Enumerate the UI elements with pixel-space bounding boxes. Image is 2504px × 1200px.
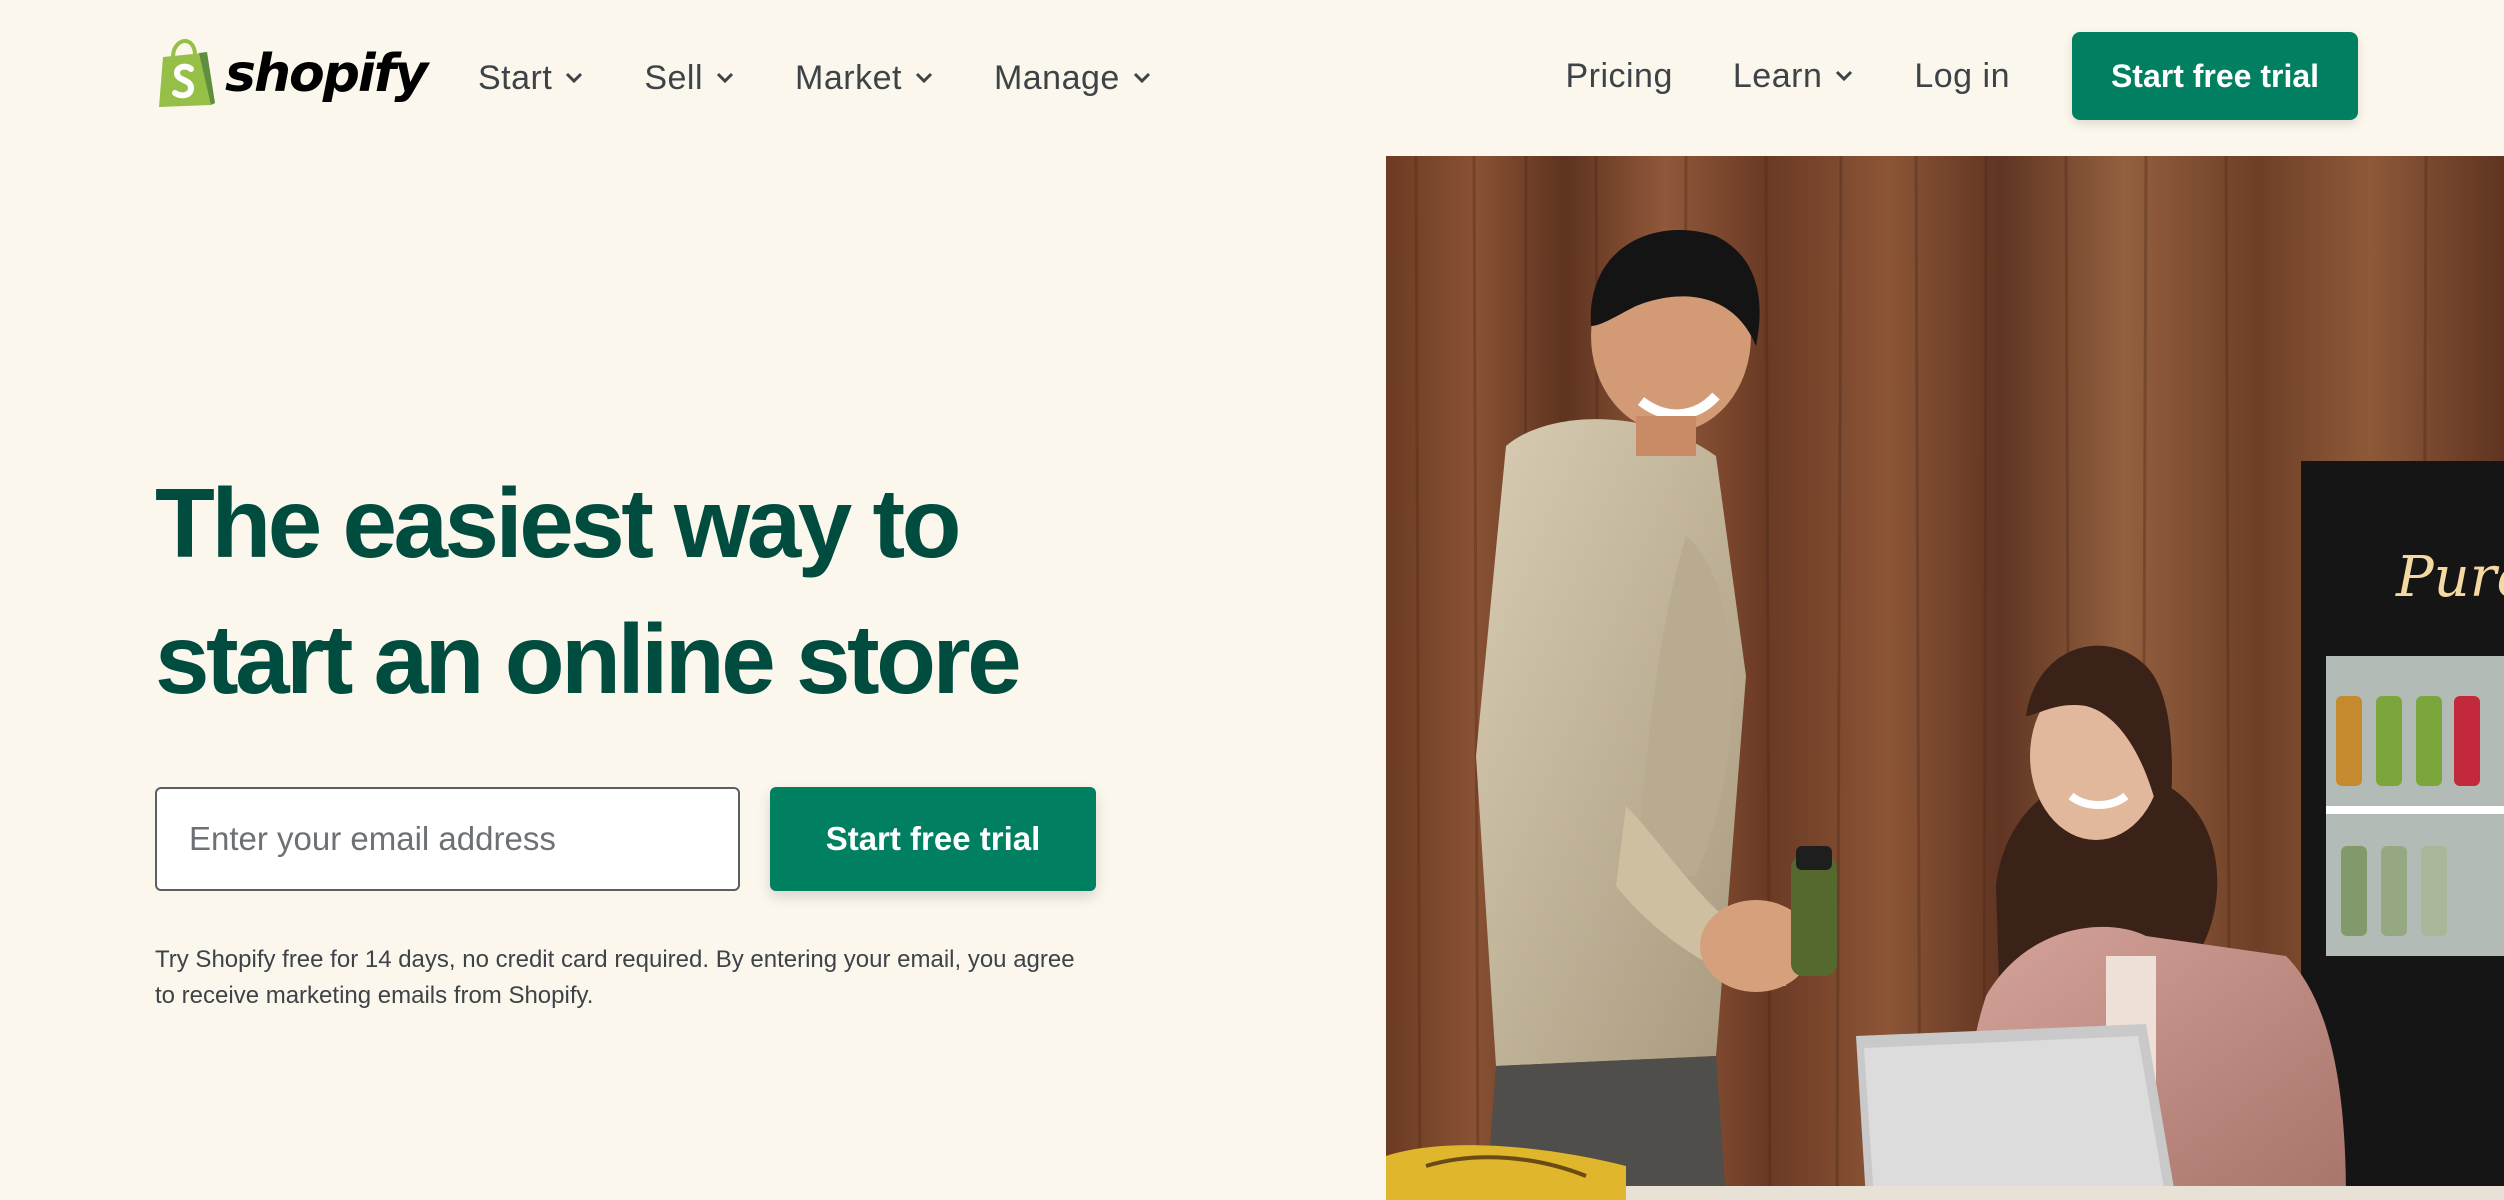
nav-start[interactable]: Start bbox=[478, 59, 584, 98]
nav-pricing[interactable]: Pricing bbox=[1565, 57, 1672, 96]
hero-start-trial-button[interactable]: Start free trial bbox=[770, 787, 1096, 891]
hero-photo-illustration: Pure bbox=[1386, 156, 2504, 1200]
chevron-down-icon bbox=[566, 72, 583, 84]
nav-sell-label: Sell bbox=[644, 58, 704, 97]
nav-sell[interactable]: Sell bbox=[644, 59, 735, 98]
secondary-nav: Pricing Learn Log in Start free trial bbox=[1565, 32, 2504, 120]
email-input[interactable] bbox=[155, 787, 740, 891]
site-header: shopify Start Sell Market Manage Pricing bbox=[0, 0, 2504, 156]
nav-learn[interactable]: Learn bbox=[1733, 57, 1854, 96]
hero-heading: The easiest way to start an online store bbox=[155, 455, 1305, 727]
nav-manage[interactable]: Manage bbox=[994, 59, 1152, 98]
nav-learn-label: Learn bbox=[1732, 56, 1823, 95]
disclaimer-line1: Try Shopify free for 14 days, no credit … bbox=[155, 946, 1075, 973]
shopify-logo[interactable]: shopify bbox=[155, 38, 428, 110]
disclaimer-line2: to receive marketing emails from Shopify… bbox=[155, 982, 594, 1009]
hero-heading-line1: The easiest way to bbox=[155, 468, 962, 578]
shopping-bag-icon bbox=[159, 39, 215, 107]
nav-market-label: Market bbox=[795, 58, 902, 97]
logo-wordmark: shopify bbox=[225, 44, 428, 104]
chevron-down-icon bbox=[1133, 72, 1150, 84]
nav-market[interactable]: Market bbox=[795, 59, 934, 98]
signup-form: Start free trial bbox=[155, 787, 1096, 891]
nav-manage-label: Manage bbox=[993, 58, 1120, 97]
chevron-down-icon bbox=[915, 72, 932, 84]
header-start-trial-button[interactable]: Start free trial bbox=[2072, 32, 2358, 120]
chevron-down-icon bbox=[716, 72, 734, 84]
hero-heading-line2: start an online store bbox=[155, 604, 1022, 714]
trial-disclaimer: Try Shopify free for 14 days, no credit … bbox=[155, 942, 1105, 1014]
nav-start-label: Start bbox=[478, 58, 553, 97]
primary-nav: Start Sell Market Manage bbox=[478, 50, 1212, 106]
store-sign-text: Pure bbox=[2395, 545, 2504, 610]
page: shopify Start Sell Market Manage Pricing bbox=[0, 0, 2504, 1200]
login-link[interactable]: Log in bbox=[1914, 57, 2010, 96]
chevron-down-icon bbox=[1836, 70, 1853, 82]
hero-photo: Pure bbox=[1386, 156, 2504, 1200]
